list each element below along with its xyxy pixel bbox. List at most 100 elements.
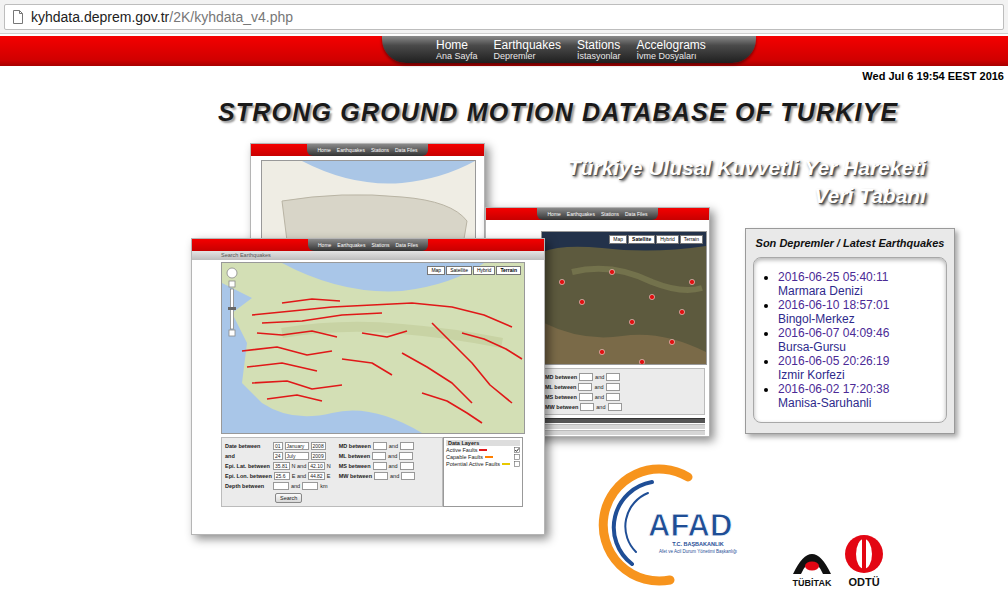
mini-nav-item[interactable]: Data Files <box>395 243 418 248</box>
text-field[interactable] <box>579 373 593 381</box>
field-unit: E and <box>292 473 306 479</box>
text-field[interactable] <box>608 403 622 411</box>
map-type-button[interactable]: Hybrid <box>473 266 495 275</box>
text-field[interactable] <box>374 472 388 480</box>
earthquake-list: 2016-06-25 05:40:11Marmara Denizi2016-06… <box>754 270 942 410</box>
text-field[interactable]: 42.10 <box>308 462 325 470</box>
map-type-button[interactable]: Hybrid <box>656 235 678 244</box>
nav-item[interactable]: EarthquakesDepremler <box>494 39 561 61</box>
zoom-control-icon[interactable] <box>226 267 238 337</box>
results-header <box>541 418 705 423</box>
station-pin-icon[interactable] <box>679 309 684 314</box>
text-field[interactable] <box>399 452 413 460</box>
map-type-button[interactable]: Satellite <box>628 235 655 244</box>
mini-nav-item[interactable]: Home <box>317 148 330 153</box>
earthquake-time-link[interactable]: 2016-06-07 04:09:46 <box>778 326 942 340</box>
nav-item[interactable]: HomeAna Sayfa <box>436 39 478 61</box>
earthquake-place-link[interactable]: Marmara Denizi <box>778 284 942 298</box>
mini-nav-item[interactable]: Data Files <box>625 212 648 217</box>
station-pin-icon[interactable] <box>599 349 604 354</box>
field-joiner: and <box>594 384 603 390</box>
url-host: kyhdata.deprem.gov.tr <box>31 9 169 25</box>
layer-checkbox[interactable] <box>514 461 520 467</box>
earthquake-time-link[interactable]: 2016-06-25 05:40:11 <box>778 270 942 284</box>
mini-nav-item[interactable]: Stations <box>601 212 619 217</box>
earthquake-place-link[interactable]: Bursa-Gursu <box>778 340 942 354</box>
station-pin-icon[interactable] <box>629 319 634 324</box>
year-select[interactable]: 2009 <box>311 452 326 460</box>
nav-label: Accelograms <box>636 39 705 51</box>
magnitude-row: ML betweenand <box>339 451 416 460</box>
text-field[interactable] <box>372 452 386 460</box>
magnitude-row: MD betweenand <box>545 372 622 381</box>
text-field[interactable] <box>273 482 289 490</box>
nav-label: Stations <box>577 39 621 51</box>
text-field[interactable]: 25.6 <box>274 472 290 480</box>
text-field[interactable] <box>606 393 620 401</box>
map-type-button[interactable]: Satellite <box>446 266 472 275</box>
station-pin-icon[interactable] <box>649 294 654 299</box>
text-field[interactable] <box>579 393 593 401</box>
text-field[interactable] <box>400 462 414 470</box>
map-type-button[interactable]: Terrain <box>680 235 703 244</box>
odtu-name: ODTÜ <box>848 576 879 588</box>
layer-checkbox[interactable] <box>514 447 520 453</box>
text-field[interactable]: 44.82 <box>308 472 325 480</box>
mini-nav: Home Earthquakes Stations Data Files <box>307 144 427 156</box>
mini-nav-item[interactable]: Stations <box>371 243 389 248</box>
mini-nav-item[interactable]: Earthquakes <box>337 243 365 248</box>
layer-row: Potential Active Faults <box>446 461 520 467</box>
map-type-button[interactable]: Map <box>427 266 445 275</box>
text-field[interactable] <box>373 442 387 450</box>
satellite-form-main: MD betweenandML betweenandMS betweenandM… <box>541 368 705 415</box>
text-field[interactable] <box>302 482 318 490</box>
nav-item[interactable]: Stationsİstasyonlar <box>577 39 621 61</box>
month-select[interactable]: January <box>285 442 309 450</box>
station-pin-icon[interactable] <box>639 359 644 364</box>
results-row[interactable] <box>541 424 705 429</box>
mini-nav-item[interactable]: Data Files <box>395 148 418 153</box>
map-type-button[interactable]: Map <box>609 235 627 244</box>
station-pin-icon[interactable] <box>669 339 674 344</box>
subtitle-line: Türkiye Ulusal Kuvvetli Yer Hareketi <box>568 154 926 182</box>
field-unit: km <box>320 483 327 489</box>
text-field[interactable] <box>401 472 415 480</box>
earthquake-place-link[interactable]: Bingol-Merkez <box>778 312 942 326</box>
day-select[interactable]: 01 <box>273 442 283 450</box>
layer-checkbox[interactable] <box>514 454 520 460</box>
month-select[interactable]: July <box>285 452 309 460</box>
mini-nav-item[interactable]: Stations <box>371 148 389 153</box>
magnitude-row: MS betweenand <box>339 461 416 470</box>
earthquake-time-link[interactable]: 2016-06-02 17:20:38 <box>778 382 942 396</box>
text-field[interactable] <box>373 462 387 470</box>
text-field[interactable] <box>580 403 594 411</box>
station-pin-icon[interactable] <box>579 299 584 304</box>
text-field[interactable] <box>578 383 592 391</box>
year-select[interactable]: 2008 <box>311 442 326 450</box>
title-wrap: STRONG GROUND MOTION DATABASE OF TURKIYE <box>0 96 1008 128</box>
field-joiner: and <box>595 394 604 400</box>
earthquake-place-link[interactable]: Izmir Korfezi <box>778 368 942 382</box>
nav-item[interactable]: Accelogramsİvme Dosyaları <box>636 39 705 61</box>
station-pin-icon[interactable] <box>609 269 614 274</box>
mini-nav-item[interactable]: Earthquakes <box>337 148 365 153</box>
text-field[interactable]: 35.81 <box>273 462 290 470</box>
nav-sub: İvme Dosyaları <box>636 52 705 61</box>
mini-nav-item[interactable]: Home <box>547 212 560 217</box>
text-field[interactable] <box>606 373 620 381</box>
text-field[interactable] <box>400 442 414 450</box>
text-field[interactable] <box>606 383 620 391</box>
results-row[interactable] <box>541 430 705 435</box>
day-select[interactable]: 24 <box>273 452 283 460</box>
map-type-bar: MapSatelliteHybridTerrain <box>427 266 521 275</box>
search-button[interactable]: Search <box>275 493 302 503</box>
earthquake-time-link[interactable]: 2016-06-05 20:26:19 <box>778 354 942 368</box>
url-field[interactable]: kyhdata.deprem.gov.tr/2K/kyhdata_v4.php <box>4 4 1004 30</box>
mini-nav-item[interactable]: Home <box>318 243 331 248</box>
mini-nav-item[interactable]: Earthquakes <box>567 212 595 217</box>
map-type-button[interactable]: Terrain <box>496 266 521 275</box>
earthquake-time-link[interactable]: 2016-06-10 18:57:01 <box>778 298 942 312</box>
station-pin-icon[interactable] <box>559 279 564 284</box>
earthquake-place-link[interactable]: Manisa-Saruhanli <box>778 396 942 410</box>
station-pin-icon[interactable] <box>689 279 694 284</box>
